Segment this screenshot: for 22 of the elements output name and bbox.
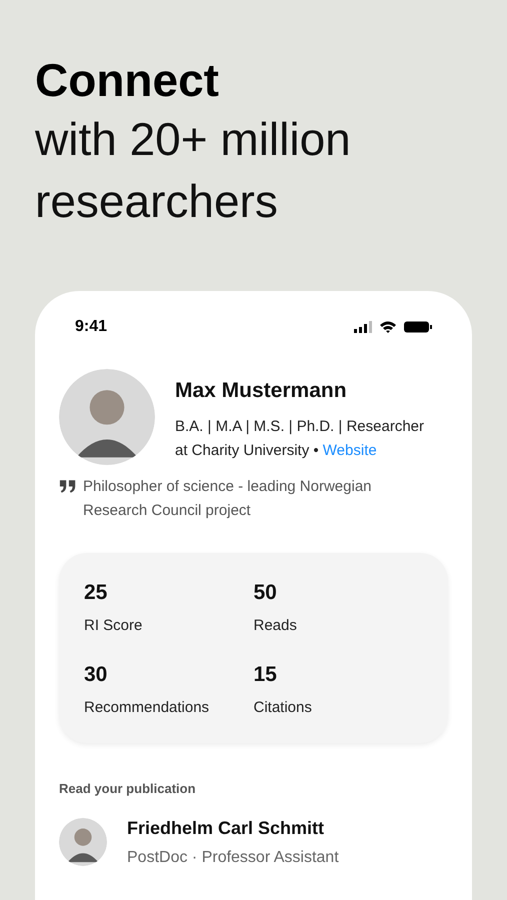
stat-value: 15: [254, 662, 278, 688]
author-role: PostDoc · Professor Assistant: [127, 848, 339, 868]
wifi-icon: [380, 320, 396, 334]
headline-title: Connect: [35, 53, 220, 108]
profile-quote: Philosopher of science - leading Norwegian Research Council project: [83, 477, 373, 521]
stat-value: 50: [254, 580, 278, 606]
status-time: 9:41: [75, 317, 108, 337]
signal-icon: [354, 321, 372, 333]
stat-label: Recommendations: [84, 698, 210, 718]
stat-label: Citations: [254, 698, 313, 718]
profile-headline: B.A. | M.A | M.S. | Ph.D. | Researcher at Charity University • Website: [175, 416, 425, 460]
section-title: Read your publication: [59, 780, 197, 798]
stat-label: RI Score: [84, 616, 144, 636]
stat-label: Reads: [254, 616, 298, 636]
headline-subtitle: with 20+ million researchers: [35, 112, 352, 229]
stat-value: 30: [84, 662, 108, 688]
profile-name: Max Mustermann: [175, 378, 348, 404]
author-name[interactable]: Friedhelm Carl Schmitt: [127, 814, 339, 842]
author-avatar: [59, 818, 107, 866]
stat-value: 25: [84, 580, 108, 606]
battery-icon: [404, 321, 432, 333]
quote-icon: [59, 480, 77, 493]
